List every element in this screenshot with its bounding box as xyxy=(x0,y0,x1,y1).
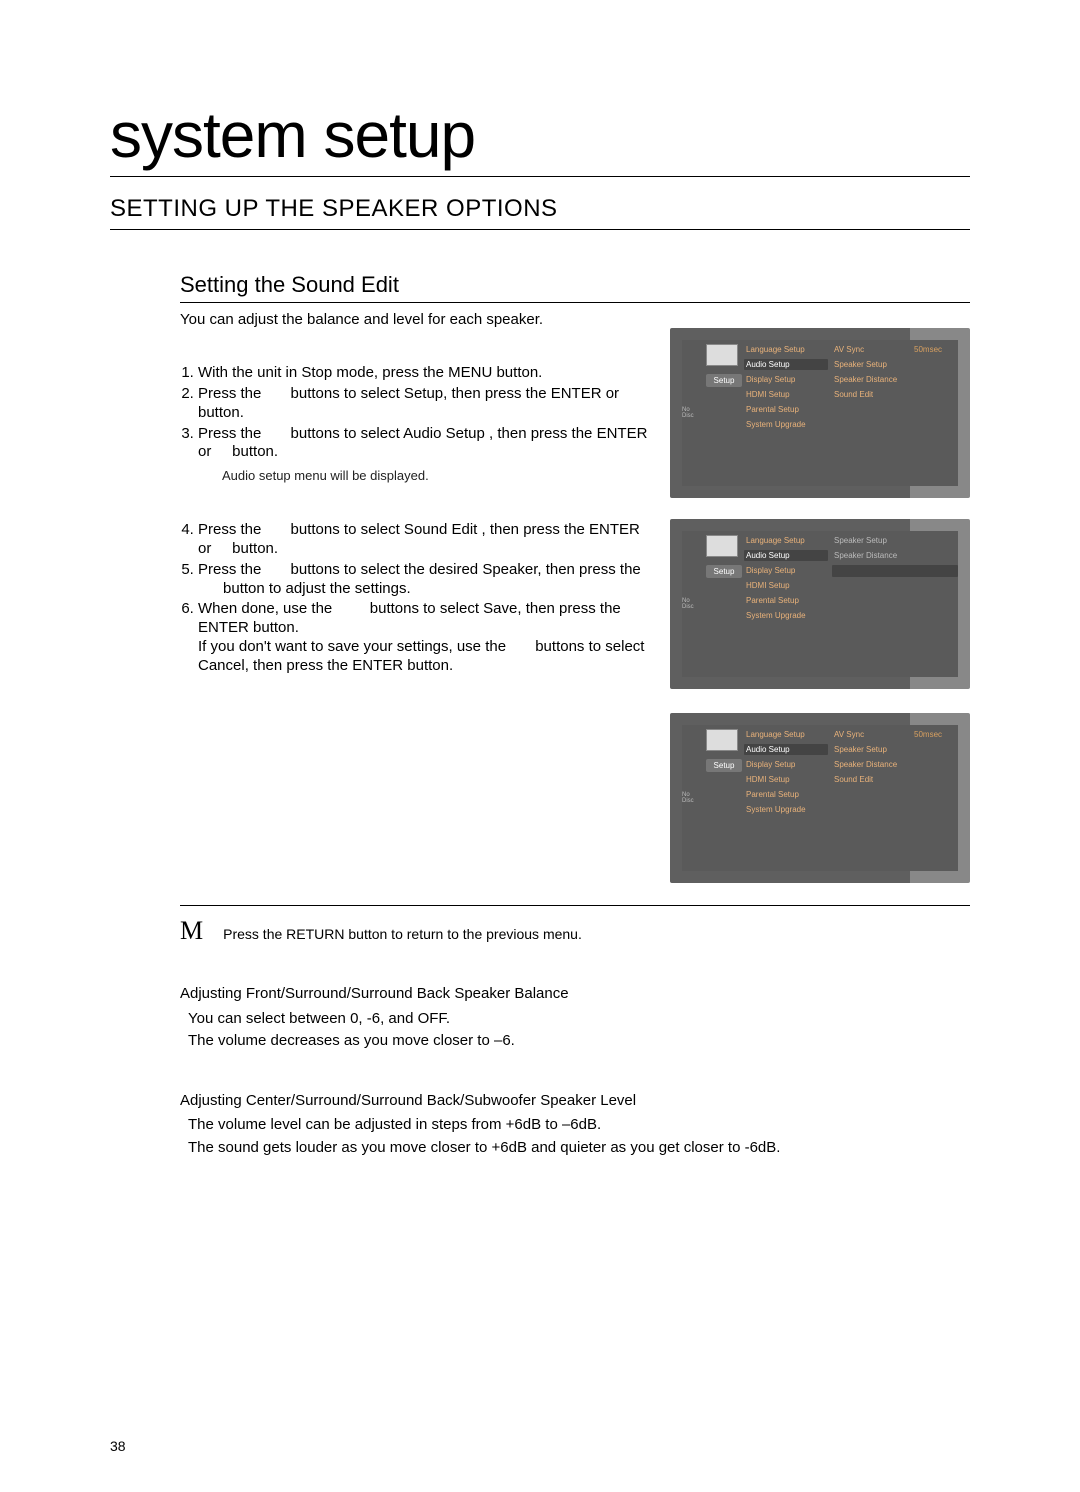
osd-item: Sound Edit xyxy=(832,774,958,785)
osd-item: Speaker Setup xyxy=(832,744,958,755)
step-2: Press the buttons to select Setup, then … xyxy=(198,385,648,423)
osd-item: System Upgrade xyxy=(744,804,828,815)
sub-heading: Setting the Sound Edit xyxy=(180,272,970,303)
adjust-balance-block: Adjusting Front/Surround/Surround Back S… xyxy=(180,984,970,1051)
osd-item: HDMI Setup xyxy=(744,389,828,400)
intro-text: You can adjust the balance and level for… xyxy=(180,311,970,328)
osd3-side: No Disc xyxy=(682,792,702,804)
osd-item: Language Setup xyxy=(744,344,828,355)
page-title: system setup xyxy=(110,100,970,170)
thumbnail-icon xyxy=(706,344,738,366)
steps-list-b: Press the buttons to select Sound Edit ,… xyxy=(180,521,648,675)
osd-item: Parental Setup xyxy=(744,789,828,800)
osd-screenshot-3: No Disc Setup Language Setup Audio Setup… xyxy=(670,713,970,883)
osd-item-selected: Audio Setup xyxy=(744,744,828,755)
document-page: system setup SETTING UP THE SPEAKER OPTI… xyxy=(0,0,1080,1492)
osd-screenshot-1: No Disc Setup Language Setup Audio Setup… xyxy=(670,328,970,498)
osd-item: Display Setup xyxy=(744,759,828,770)
osd-item-selected: Audio Setup xyxy=(744,550,828,561)
osd1-side: No Disc xyxy=(682,407,702,419)
note-block: M Press the RETURN button to return to t… xyxy=(180,905,970,944)
osd-item: AV Sync xyxy=(832,344,906,355)
step-3-note: Audio setup menu will be displayed. xyxy=(222,468,648,484)
title-block: system setup xyxy=(110,100,970,177)
osd-item: Language Setup xyxy=(744,729,828,740)
osd-item: Sound Edit xyxy=(832,389,958,400)
osd-item: Speaker Setup xyxy=(832,535,958,546)
step-3-text: Press the buttons to select Audio Setup … xyxy=(198,425,647,461)
step-4: Press the buttons to select Sound Edit ,… xyxy=(198,521,648,559)
adjust-level-block: Adjusting Center/Surround/Surround Back/… xyxy=(180,1091,970,1158)
step-3: Press the buttons to select Audio Setup … xyxy=(198,425,648,485)
adjust-balance-title: Adjusting Front/Surround/Surround Back S… xyxy=(180,984,970,1004)
adjust-level-l1: The volume level can be adjusted in step… xyxy=(188,1115,970,1135)
adjust-balance-l1: You can select between 0, -6, and OFF. xyxy=(188,1009,970,1029)
osd-item: System Upgrade xyxy=(744,419,828,430)
osd-item: Display Setup xyxy=(744,565,828,576)
step-6: When done, use the buttons to select Sav… xyxy=(198,600,648,675)
row-steps-1: With the unit in Stop mode, press the ME… xyxy=(180,328,970,499)
osd-item: Parental Setup xyxy=(744,595,828,606)
osd-item: HDMI Setup xyxy=(744,774,828,785)
osd2-side: No Disc xyxy=(682,598,702,610)
osd-highlight-row xyxy=(832,565,958,577)
osd-item: Speaker Distance xyxy=(832,759,958,770)
note-text: Press the RETURN button to return to the… xyxy=(223,926,582,942)
osd-item: Language Setup xyxy=(744,535,828,546)
step-1: With the unit in Stop mode, press the ME… xyxy=(198,364,648,383)
adjust-level-title: Adjusting Center/Surround/Surround Back/… xyxy=(180,1091,970,1111)
osd-item: Parental Setup xyxy=(744,404,828,415)
osd-item-selected: Audio Setup xyxy=(744,359,828,370)
section-heading: SETTING UP THE SPEAKER OPTIONS xyxy=(110,195,970,230)
osd-item: Display Setup xyxy=(744,374,828,385)
osd-value: 50msec xyxy=(912,344,944,355)
adjust-balance-l2: The volume decreases as you move closer … xyxy=(188,1031,970,1051)
thumbnail-icon xyxy=(706,729,738,751)
osd2-tab: Setup xyxy=(706,565,742,578)
osd-item: System Upgrade xyxy=(744,610,828,621)
step-5: Press the buttons to select the desired … xyxy=(198,561,648,599)
adjust-level-l2: The sound gets louder as you move closer… xyxy=(188,1138,970,1158)
osd-item: HDMI Setup xyxy=(744,580,828,591)
note-mark-icon: M xyxy=(180,918,203,944)
osd1-tab: Setup xyxy=(706,374,742,387)
thumbnail-icon xyxy=(706,535,738,557)
osd-item: Speaker Distance xyxy=(832,550,958,561)
steps-list-a: With the unit in Stop mode, press the ME… xyxy=(180,364,648,484)
osd-item: AV Sync xyxy=(832,729,906,740)
osd3-tab: Setup xyxy=(706,759,742,772)
osd-screenshot-2: No Disc Setup Language Setup Audio Setup… xyxy=(670,519,970,689)
osd-value: 50msec xyxy=(912,729,944,740)
osd-item: Speaker Setup xyxy=(832,359,958,370)
row-steps-2: Press the buttons to select Sound Edit ,… xyxy=(180,519,970,883)
osd-item: Speaker Distance xyxy=(832,374,958,385)
content-area: Setting the Sound Edit You can adjust th… xyxy=(110,272,970,1158)
page-number: 38 xyxy=(110,1438,126,1454)
